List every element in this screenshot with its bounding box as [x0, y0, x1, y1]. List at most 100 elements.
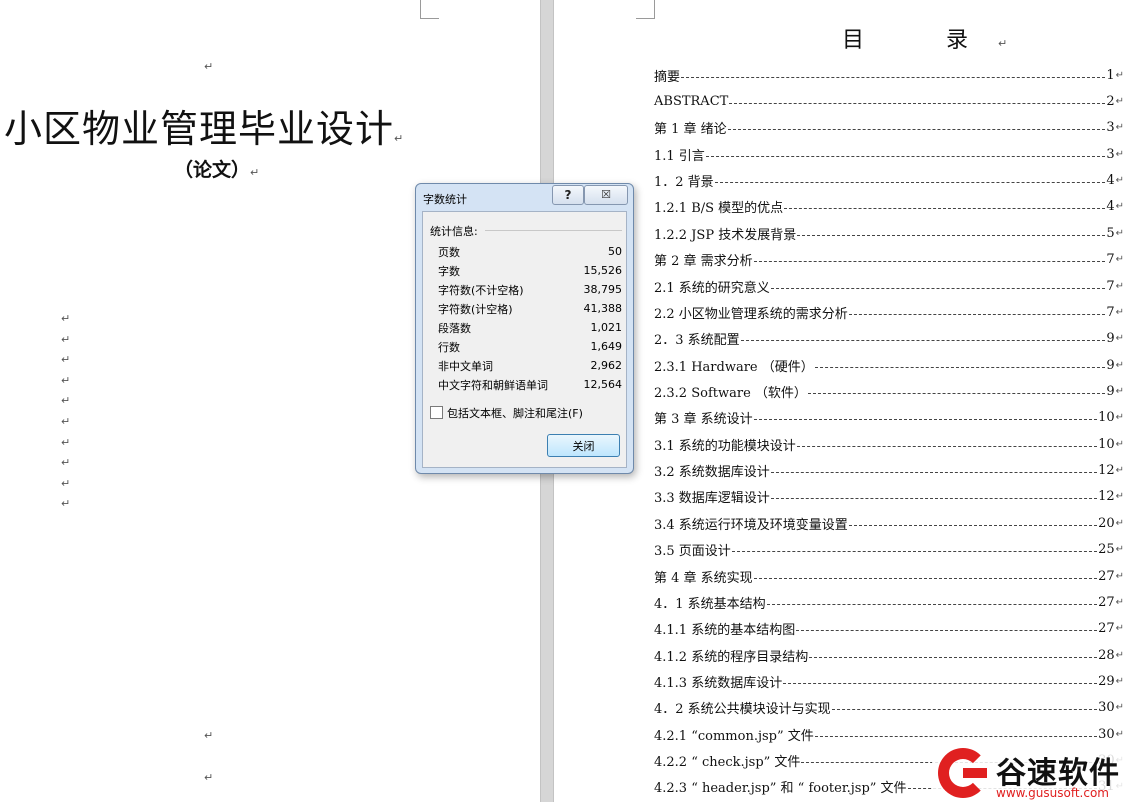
toc-entry-title: 摘要 [654, 69, 681, 85]
toc-dot-leader [729, 103, 1106, 105]
toc-dot-leader [714, 182, 1106, 184]
toc-entry[interactable]: 第 3 章 系统设计 10 ↵ [654, 405, 1124, 431]
paragraph-mark: ↵ [1115, 412, 1124, 424]
toc-entry[interactable]: 3.2 系统数据库设计 12 ↵ [654, 457, 1124, 483]
stat-label: 非中文单词 [438, 359, 493, 373]
margin-corner-mark [636, 0, 655, 19]
toc-entry-title: 4.2.3 “ header.jsp” 和 “ footer.jsp” 文件 [654, 781, 907, 797]
toc-entry-title: 3.5 页面设计 [654, 544, 731, 560]
toc-entry[interactable]: 2.3.2 Software （软件） 9 ↵ [654, 378, 1124, 404]
include-textboxes-checkbox[interactable] [430, 406, 443, 419]
paragraph-mark: ↵ [1115, 438, 1124, 450]
toc-entry[interactable]: 摘要 1 ↵ [654, 62, 1124, 88]
paragraph-mark: ↵ [394, 132, 405, 145]
toc-dot-leader [809, 656, 1098, 658]
document-title-text: 小区物业管理毕业设计 [4, 107, 395, 151]
toc-entry[interactable]: 4.1.3 系统数据库设计 29 ↵ [654, 668, 1124, 694]
toc-dot-leader [705, 155, 1106, 157]
dialog-titlebar[interactable]: 字数统计 ? ☒ [416, 184, 633, 210]
toc-entry[interactable]: 2.2 小区物业管理系统的需求分析 7 ↵ [654, 299, 1124, 325]
toc-entry[interactable]: 1.1 引言 3 ↵ [654, 141, 1124, 167]
stat-value: 41,388 [583, 302, 623, 315]
toc-entry-page: 27 [1098, 594, 1115, 610]
toc-dot-leader [731, 551, 1098, 553]
watermark-url: www.gususoft.com [996, 786, 1109, 800]
toc-dot-leader [797, 234, 1106, 236]
toc-entry-title: 4.1.3 系统数据库设计 [654, 675, 783, 691]
toc-entry[interactable]: 4．1 系统基本结构 27 ↵ [654, 589, 1124, 615]
close-button[interactable]: 关闭 [547, 434, 620, 457]
toc-entry-title: 2.2 小区物业管理系统的需求分析 [654, 306, 848, 322]
toc-entry-page: 3 [1106, 146, 1115, 162]
toc-dot-leader [770, 498, 1098, 500]
toc-entry-page: 7 [1106, 304, 1115, 320]
paragraph-mark: ↵ [1115, 333, 1124, 345]
stats-table: 页数 50 字数 15,526 字符数(不计空格) 38,795 字符数(计空格) 41,38… [438, 242, 622, 394]
toc-entry[interactable]: 3.5 页面设计 25 ↵ [654, 536, 1124, 562]
stats-row: 字数 15,526 [438, 261, 622, 280]
document-page-right[interactable]: 目 录↵ 摘要 1 ↵ ABSTRACT 2 ↵ 第 1 章 绪论 3 ↵ 1.1 引言 3 ↵ 1．2… [554, 0, 1135, 802]
toc-entry-title: 4.1.1 系统的基本结构图 [654, 623, 796, 639]
toc-dot-leader [770, 472, 1098, 474]
toc-entry-title: 3.3 数据库逻辑设计 [654, 491, 770, 507]
toc-heading-text: 目 录 [842, 28, 999, 53]
toc-entry-title: 第 1 章 绪论 [654, 122, 727, 138]
toc-entry[interactable]: 第 4 章 系统实现 27 ↵ [654, 563, 1124, 589]
document-subtitle: （论文）↵ [174, 155, 259, 182]
paragraph-mark: ↵ [998, 37, 1008, 50]
include-textboxes-label[interactable]: 包括文本框、脚注和尾注(F) [447, 405, 583, 421]
toc-entry-page: 9 [1106, 383, 1115, 399]
toc-entry-title: 1.2.1 B/S 模型的优点 [654, 201, 784, 217]
toc-entry-title: 4.2.1 “common.jsp” 文件 [654, 728, 814, 744]
toc-entry-title: 第 2 章 需求分析 [654, 254, 753, 270]
toc-entry-page: 1 [1106, 67, 1115, 83]
paragraph-mark: ↵ [1115, 544, 1124, 556]
paragraph-mark: ↵ [1115, 69, 1124, 81]
dialog-title: 字数统计 [423, 193, 467, 206]
toc-entry[interactable]: 1．2 背景 4 ↵ [654, 167, 1124, 193]
toc-entry-page: 27 [1098, 568, 1115, 584]
toc-entry-title: 4.1.2 系统的程序目录结构 [654, 649, 809, 665]
toc-entry[interactable]: 2.1 系统的研究意义 7 ↵ [654, 273, 1124, 299]
stats-row: 段落数 1,021 [438, 318, 622, 337]
toc-dot-leader [681, 76, 1106, 78]
paragraph-mark: ↵ [204, 729, 214, 742]
toc-entry[interactable]: 2．3 系统配置 9 ↵ [654, 326, 1124, 352]
toc-entry-title: 第 3 章 系统设计 [654, 412, 753, 428]
paragraph-mark: ↵ [1115, 649, 1124, 661]
toc-dot-leader [770, 287, 1106, 289]
paragraph-mark: ↵ [1115, 596, 1124, 608]
toc-entry-page: 3 [1106, 120, 1115, 136]
stat-label: 字符数(计空格) [438, 302, 513, 316]
toc-entry[interactable]: 4.1.2 系统的程序目录结构 28 ↵ [654, 642, 1124, 668]
toc-entry[interactable]: 4.1.1 系统的基本结构图 27 ↵ [654, 616, 1124, 642]
brand-logo-bar [963, 768, 987, 778]
toc-entry-page: 9 [1106, 357, 1115, 373]
toc-entry[interactable]: 3.3 数据库逻辑设计 12 ↵ [654, 484, 1124, 510]
toc-entry[interactable]: 2.3.1 Hardware （硬件） 9 ↵ [654, 352, 1124, 378]
toc-entry[interactable]: 1.2.2 JSP 技术发展背景 5 ↵ [654, 220, 1124, 246]
close-icon[interactable]: ☒ [584, 185, 628, 205]
toc-entry[interactable]: ABSTRACT 2 ↵ [654, 88, 1124, 114]
toc-entry-page: 20 [1098, 515, 1115, 531]
toc-entry-page: 28 [1098, 647, 1115, 663]
toc-entry[interactable]: 3.4 系统运行环境及环境变量设置 20 ↵ [654, 510, 1124, 536]
word-count-dialog[interactable]: 字数统计 ? ☒ 统计信息: 页数 50 字数 15,526 字符数(不计空格) 38,7… [415, 183, 634, 474]
toc-entry-title: 2．3 系统配置 [654, 333, 740, 349]
toc-dot-leader [814, 735, 1098, 737]
paragraph-mark: ↵ [1115, 201, 1124, 213]
paragraph-mark: ↵ [61, 394, 71, 408]
paragraph-mark: ↵ [61, 435, 71, 449]
toc-entry[interactable]: 4．2 系统公共模块设计与实现 30 ↵ [654, 695, 1124, 721]
paragraph-mark: ↵ [61, 312, 71, 325]
toc-entry[interactable]: 3.1 系统的功能模块设计 10 ↵ [654, 431, 1124, 457]
stats-row: 行数 1,649 [438, 337, 622, 356]
paragraph-mark: ↵ [1115, 280, 1124, 292]
toc-dot-leader [784, 208, 1106, 210]
stat-value: 12,564 [583, 378, 623, 391]
toc-entry[interactable]: 第 2 章 需求分析 7 ↵ [654, 247, 1124, 273]
toc-entry-title: 第 4 章 系统实现 [654, 570, 753, 586]
help-button[interactable]: ? [552, 185, 584, 205]
toc-entry[interactable]: 1.2.1 B/S 模型的优点 4 ↵ [654, 194, 1124, 220]
toc-entry[interactable]: 第 1 章 绪论 3 ↵ [654, 115, 1124, 141]
